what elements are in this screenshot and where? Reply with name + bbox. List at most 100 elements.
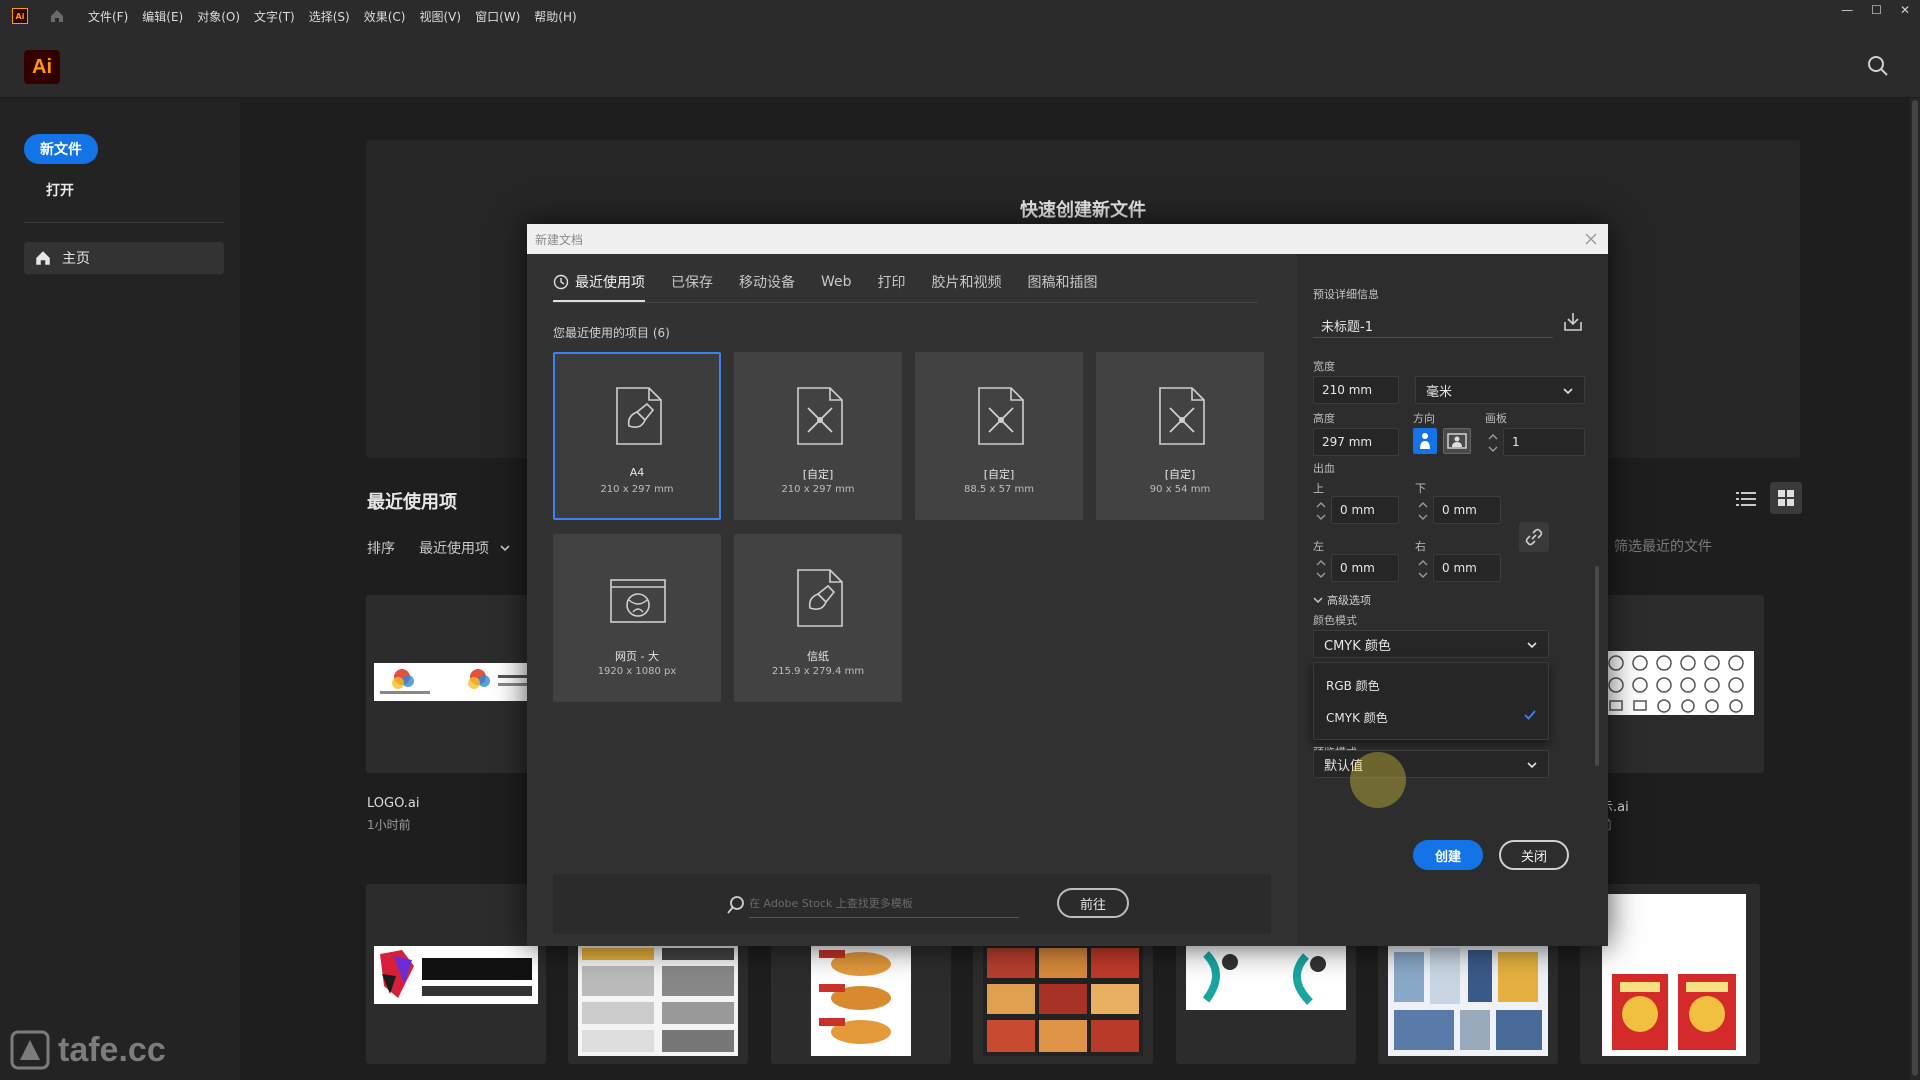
app-mini-logo: Ai: [12, 8, 28, 24]
menu-list: 文件(F) 编辑(E) 对象(O) 文字(T) 选择(S) 效果(C) 视图(V…: [88, 8, 577, 25]
landscape-orientation-button[interactable]: [1443, 428, 1471, 454]
maximize-button[interactable]: ☐: [1871, 3, 1882, 17]
home-icon: [36, 251, 50, 265]
sidebar-divider: [24, 222, 224, 223]
watermark-text: tafe.cc: [58, 1030, 166, 1069]
menu-type[interactable]: 文字(T): [254, 8, 295, 25]
tab-print[interactable]: 打印: [878, 264, 906, 302]
go-button[interactable]: 前往: [1057, 888, 1129, 918]
tab-film-video[interactable]: 胶片和视频: [932, 264, 1002, 302]
preset-card[interactable]: 网页 - 大 1920 x 1080 px: [553, 534, 721, 702]
tab-saved[interactable]: 已保存: [671, 264, 713, 302]
preset-details-panel: 预设详细信息 未标题-1 宽度 210 mm 毫米 高度 297 mm 方向 画…: [1297, 254, 1608, 946]
bleed-label: 出血: [1313, 462, 1335, 475]
recent-file-card[interactable]: [366, 884, 546, 1064]
watermark: tafe.cc: [10, 1030, 166, 1070]
menu-select[interactable]: 选择(S): [309, 8, 350, 25]
width-field[interactable]: 210 mm: [1313, 376, 1399, 404]
color-mode-select[interactable]: CMYK 颜色: [1313, 630, 1549, 658]
page-scrollbar[interactable]: [1910, 98, 1920, 1080]
minimize-button[interactable]: —: [1841, 3, 1853, 17]
tab-mobile[interactable]: 移动设备: [739, 264, 795, 302]
bleed-top-stepper-icon[interactable]: [1315, 498, 1327, 524]
bleed-right-stepper-icon[interactable]: [1417, 556, 1429, 582]
tab-label: 最近使用项: [575, 275, 645, 291]
dialog-titlebar: 新建文档: [527, 224, 1608, 254]
close-dialog-button[interactable]: 关闭: [1499, 840, 1569, 870]
chevron-down-icon: [1527, 762, 1537, 769]
close-window-button[interactable]: ✕: [1900, 3, 1910, 17]
portrait-orientation-button[interactable]: [1413, 428, 1437, 454]
preset-name: 信纸: [807, 650, 829, 663]
stock-search-input[interactable]: [749, 890, 1019, 918]
sidebar-item-label: 主页: [62, 251, 90, 267]
recent-presets-label: 您最近使用的项目 (6): [553, 326, 670, 340]
preset-card[interactable]: 信纸 215.9 x 279.4 mm: [734, 534, 902, 702]
bleed-bottom-field[interactable]: 0 mm: [1433, 496, 1501, 524]
open-button[interactable]: 打开: [46, 180, 74, 200]
close-icon[interactable]: [1582, 230, 1600, 248]
height-field[interactable]: 297 mm: [1313, 428, 1399, 456]
bleed-left-field[interactable]: 0 mm: [1331, 554, 1399, 582]
list-view-icon[interactable]: [1734, 488, 1758, 510]
color-option-cmyk[interactable]: CMYK 颜色: [1326, 709, 1388, 726]
menu-bar: Ai 文件(F) 编辑(E) 对象(O) 文字(T) 选择(S) 效果(C) 视…: [0, 0, 1920, 32]
menu-object[interactable]: 对象(O): [197, 8, 240, 25]
details-scrollbar[interactable]: [1595, 566, 1599, 766]
preset-card[interactable]: A4 210 x 297 mm: [553, 352, 721, 520]
save-preset-icon[interactable]: [1561, 310, 1585, 334]
custom-doc-icon: [1156, 386, 1208, 448]
sidebar-item-home[interactable]: 主页: [24, 242, 224, 274]
new-document-dialog: 新建文档 最近使用项 已保存 移动设备 Web 打印 胶片和视频 图稿和插图 您…: [527, 224, 1608, 946]
home-icon[interactable]: [48, 7, 66, 25]
sort-dropdown[interactable]: 最近使用项: [419, 538, 511, 558]
watermark-logo-icon: [10, 1030, 50, 1070]
brush-doc-icon: [613, 386, 665, 448]
search-icon[interactable]: [1866, 54, 1890, 78]
bleed-top-field[interactable]: 0 mm: [1331, 496, 1399, 524]
filter-recent-input[interactable]: 筛选最近的文件: [1614, 536, 1712, 556]
bleed-left-stepper-icon[interactable]: [1315, 556, 1327, 582]
tab-art-illustration[interactable]: 图稿和插图: [1028, 264, 1098, 302]
recent-file-card[interactable]: [1596, 595, 1764, 773]
menu-file[interactable]: 文件(F): [88, 8, 128, 25]
preset-card[interactable]: [自定] 88.5 x 57 mm: [915, 352, 1083, 520]
preview-mode-select[interactable]: 默认值: [1313, 750, 1549, 778]
grid-view-icon[interactable]: [1770, 482, 1802, 514]
menu-help[interactable]: 帮助(H): [534, 8, 576, 25]
menu-effect[interactable]: 效果(C): [364, 8, 406, 25]
create-button[interactable]: 创建: [1413, 840, 1483, 870]
preset-tabs: 最近使用项 已保存 移动设备 Web 打印 胶片和视频 图稿和插图: [553, 264, 1098, 302]
illustrator-logo: Ai: [24, 50, 60, 84]
new-file-button[interactable]: 新文件: [24, 134, 98, 164]
preset-name: [自定]: [802, 468, 834, 481]
preset-card[interactable]: [自定] 90 x 54 mm: [1096, 352, 1264, 520]
file-thumbnail: [1388, 942, 1548, 1056]
recent-file-card[interactable]: [366, 595, 546, 773]
bleed-bottom-stepper-icon[interactable]: [1417, 498, 1429, 524]
menu-window[interactable]: 窗口(W): [475, 8, 520, 25]
checkmark-icon: [1524, 710, 1536, 720]
file-thumbnail: [578, 944, 738, 1056]
menu-edit[interactable]: 编辑(E): [142, 8, 183, 25]
artboards-stepper-icon[interactable]: [1487, 430, 1499, 456]
bleed-right-field[interactable]: 0 mm: [1433, 554, 1501, 582]
tab-recent[interactable]: 最近使用项: [553, 264, 645, 302]
stock-search-bar: 前往: [553, 874, 1271, 934]
advanced-options-toggle[interactable]: 高级选项: [1313, 592, 1371, 608]
color-mode-value: CMYK 颜色: [1324, 638, 1391, 654]
menu-view[interactable]: 视图(V): [419, 8, 461, 25]
tab-web[interactable]: Web: [821, 266, 852, 300]
file-thumbnail: [1602, 894, 1746, 1056]
artboards-field[interactable]: 1: [1503, 428, 1585, 456]
preset-card[interactable]: [自定] 210 x 297 mm: [734, 352, 902, 520]
preset-size: 1920 x 1080 px: [597, 666, 677, 677]
document-name-field[interactable]: 未标题-1: [1313, 310, 1553, 338]
link-bleed-button[interactable]: [1519, 522, 1549, 552]
cursor-highlight: [1350, 752, 1406, 808]
color-option-rgb[interactable]: RGB 颜色: [1326, 677, 1380, 694]
unit-select[interactable]: 毫米: [1415, 376, 1585, 404]
preset-size: 88.5 x 57 mm: [964, 484, 1034, 495]
scrollbar-thumb[interactable]: [1912, 100, 1918, 1076]
sort-label: 排序: [367, 541, 395, 557]
